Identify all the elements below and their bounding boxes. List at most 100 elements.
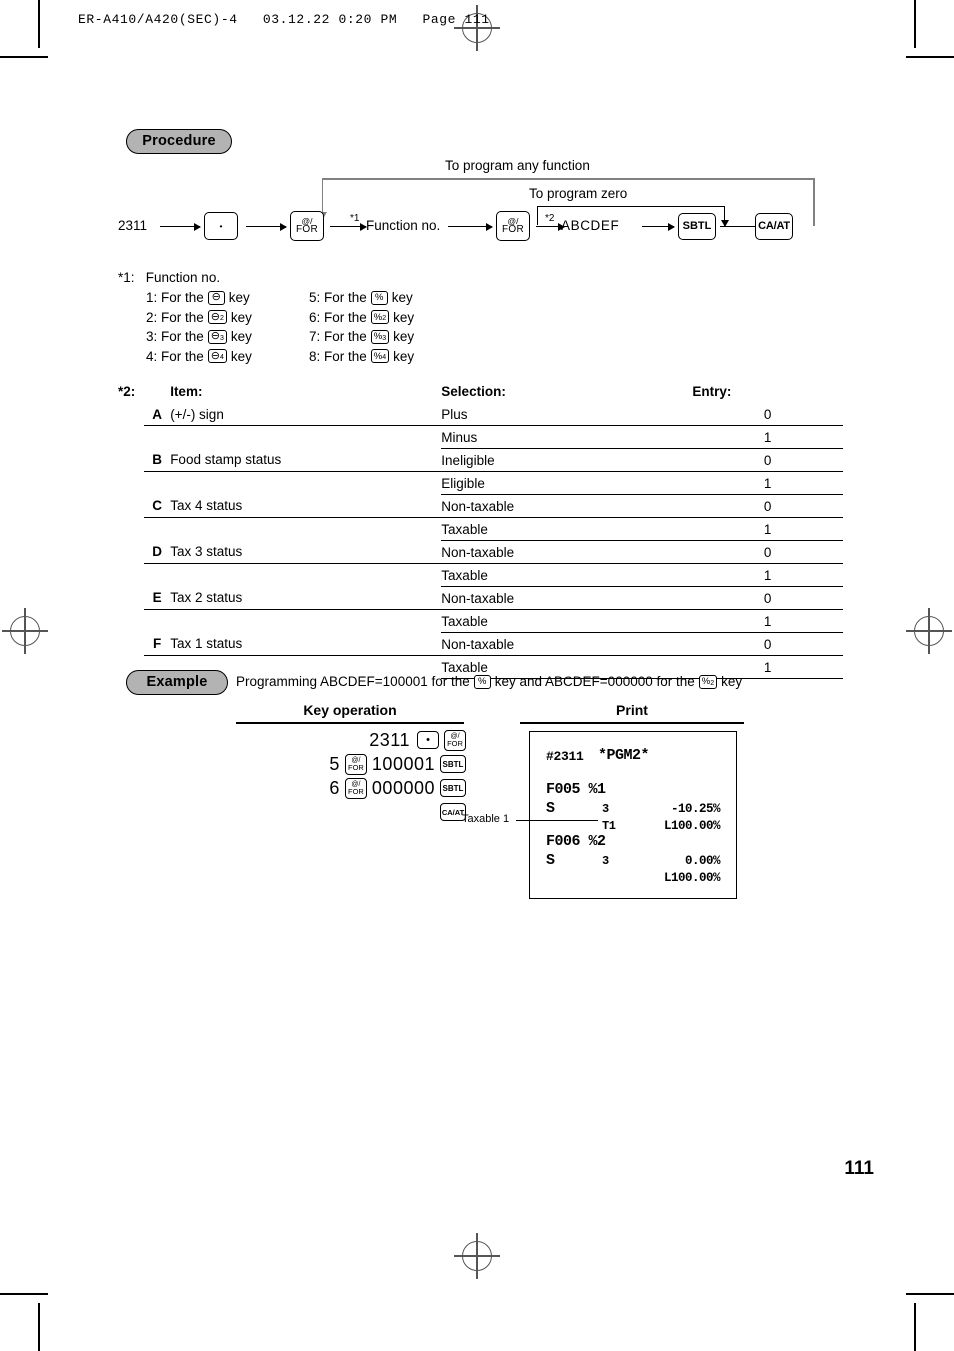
page-number: 111 bbox=[844, 1158, 874, 1179]
row-letter-e: E bbox=[144, 586, 171, 610]
row-letter-c: C bbox=[144, 494, 171, 518]
row-spacer bbox=[118, 518, 144, 541]
function-no-3-lead: 3: For the bbox=[146, 329, 204, 345]
table-header-item: Item: bbox=[170, 384, 203, 399]
receipt-line-s1-label: S bbox=[546, 800, 555, 817]
key-at-for[interactable]: @/ FOR bbox=[344, 777, 367, 799]
example-badge: Example bbox=[126, 670, 228, 695]
row-entry-a-2: 1 bbox=[692, 425, 843, 449]
arrow-for2-to-abcdef bbox=[536, 221, 565, 233]
keyop-row3-number: 6 bbox=[329, 777, 340, 798]
table-row: Taxable 1 bbox=[118, 517, 843, 541]
row-spacer bbox=[118, 541, 144, 564]
note1-marker: *1 bbox=[350, 213, 360, 224]
column-header-print: Print bbox=[616, 702, 648, 718]
function-no-block: *1: Function no. 1: For the ⊖ key 5: For… bbox=[118, 270, 478, 366]
receipt-line-l2-amount: L100.00% bbox=[663, 871, 721, 885]
key-sbtl[interactable]: SBTL bbox=[440, 779, 466, 797]
function-no-row: 4: For the ⊖ 4 key 8: For the % 4 key bbox=[146, 347, 478, 367]
receipt-line-t1: T1 bbox=[602, 819, 616, 833]
key-at-for[interactable]: @/ FOR bbox=[344, 753, 367, 775]
row-selection-b-2: Eligible bbox=[441, 471, 693, 495]
key-caat-label: CA/AT bbox=[441, 807, 465, 817]
keyop-row3-value: 000000 bbox=[371, 777, 435, 798]
item-table: *2: Item: Selection: Entry: A (+/-) sign… bbox=[118, 384, 843, 679]
row-letter-d: D bbox=[144, 540, 171, 564]
callout-leader-line bbox=[516, 820, 598, 822]
function-no-row: 1: For the ⊖ key 5: For the % key bbox=[146, 288, 478, 308]
key-decimal-point[interactable]: • bbox=[417, 731, 439, 749]
row-item-e: Tax 2 status bbox=[170, 586, 442, 610]
receipt-header-mode: *PGM2* bbox=[598, 747, 650, 764]
registration-mark-bottom bbox=[454, 1233, 500, 1279]
procedure-start-code: 2311 bbox=[118, 218, 148, 233]
row-item-c: Tax 4 status bbox=[170, 494, 442, 518]
row-item-a: (+/-) sign bbox=[170, 403, 442, 426]
row-entry-d-2: 1 bbox=[692, 563, 843, 587]
row-item-blank bbox=[170, 426, 441, 449]
crop-mark-bottom-right-v bbox=[914, 1303, 916, 1351]
function-no-marker: *1: bbox=[118, 270, 135, 285]
row-item-blank bbox=[170, 518, 441, 541]
key-sbtl[interactable]: SBTL bbox=[678, 213, 716, 240]
procedure-diagram: To program any function To program zero … bbox=[118, 158, 818, 253]
key-operation-row-3: 6 @/ FOR 000000 SBTL bbox=[236, 776, 466, 800]
minus4-key-icon[interactable]: ⊖ 4 bbox=[207, 349, 227, 364]
percent2-key-icon[interactable]: % 2 bbox=[370, 310, 390, 325]
minus3-key-icon[interactable]: ⊖ 3 bbox=[207, 329, 227, 344]
example-text-b: key and ABCDEF=000000 for the bbox=[494, 674, 695, 689]
row-letter-blank bbox=[144, 472, 170, 495]
row-entry-f-1: 0 bbox=[692, 632, 843, 656]
row-selection-b-1: Ineligible bbox=[441, 448, 693, 472]
row-selection-e-1: Non-taxable bbox=[441, 586, 693, 610]
minus-key-icon[interactable]: ⊖ bbox=[207, 290, 225, 305]
arrow-dot-to-for bbox=[246, 221, 287, 233]
percent3-key-icon[interactable]: % 3 bbox=[370, 329, 390, 344]
row-entry-b-1: 0 bbox=[692, 448, 843, 472]
table-row: E Tax 2 status Non-taxable 0 bbox=[118, 586, 843, 610]
row-letter-blank bbox=[144, 564, 170, 587]
key-caat-label: CA/AT bbox=[758, 219, 790, 232]
key-decimal-point[interactable]: • bbox=[204, 212, 238, 240]
function-no-8-lead: 8: For the bbox=[309, 348, 367, 364]
key-operation-list: 2311 • @/ FOR 5 @/ FOR 100001 SBTL 6 @/ … bbox=[236, 728, 466, 824]
registration-mark-right bbox=[906, 608, 952, 654]
key-at-for-1-line2: FOR bbox=[295, 224, 318, 236]
item-table-marker: *2: bbox=[118, 384, 136, 399]
item-table-wrap: *2: Item: Selection: Entry: A (+/-) sign… bbox=[118, 384, 843, 679]
feedback-line-any-function-right-drop bbox=[813, 178, 815, 226]
table-row: Taxable 1 bbox=[118, 609, 843, 633]
percent4-key-icon[interactable]: % 4 bbox=[370, 349, 390, 364]
crop-mark-top-left-v bbox=[38, 0, 40, 48]
row-item-b: Food stamp status bbox=[170, 448, 442, 472]
key-at-for-1[interactable]: @/ FOR bbox=[290, 211, 324, 241]
receipt-line-s1-amount: -10.25% bbox=[670, 802, 721, 816]
function-no-8-tail: key bbox=[393, 348, 415, 364]
percent-key-icon[interactable]: % bbox=[473, 674, 491, 689]
example-text-a: Programming ABCDEF=100001 for the bbox=[236, 674, 470, 689]
table-row: F Tax 1 status Non-taxable 0 bbox=[118, 632, 843, 656]
keyop-row2-value: 100001 bbox=[371, 753, 435, 774]
key-at-for-2[interactable]: @/ FOR bbox=[496, 211, 530, 241]
row-selection-d-2: Taxable bbox=[441, 563, 693, 587]
function-no-2-tail: key bbox=[230, 309, 252, 325]
percent2-key-icon[interactable]: % 2 bbox=[698, 674, 718, 689]
function-no-row: 2: For the ⊖ 2 key 6: For the % 2 key bbox=[146, 308, 478, 328]
minus2-key-icon[interactable]: ⊖ 2 bbox=[207, 310, 227, 325]
key-sbtl-label: SBTL bbox=[442, 783, 464, 793]
row-selection-a-2: Minus bbox=[441, 425, 693, 449]
key-sbtl[interactable]: SBTL bbox=[440, 755, 466, 773]
key-at-for[interactable]: @/ FOR bbox=[444, 729, 466, 751]
keyop-row1-number: 2311 bbox=[369, 729, 410, 750]
key-operation-row-2: 5 @/ FOR 100001 SBTL bbox=[236, 752, 466, 776]
registration-mark-left bbox=[2, 608, 48, 654]
zero-branch-left-drop bbox=[537, 206, 539, 225]
percent-key-icon[interactable]: % bbox=[370, 290, 388, 305]
key-at-for-line2: FOR bbox=[447, 738, 463, 748]
label-to-program-any-function: To program any function bbox=[445, 158, 590, 173]
function-no-3-tail: key bbox=[230, 329, 252, 345]
crop-mark-top-right-v bbox=[914, 0, 916, 48]
table-row: A (+/-) sign Plus 0 bbox=[118, 403, 843, 426]
key-caat[interactable]: CA/AT bbox=[755, 213, 793, 240]
row-entry-e-2: 1 bbox=[692, 609, 843, 633]
